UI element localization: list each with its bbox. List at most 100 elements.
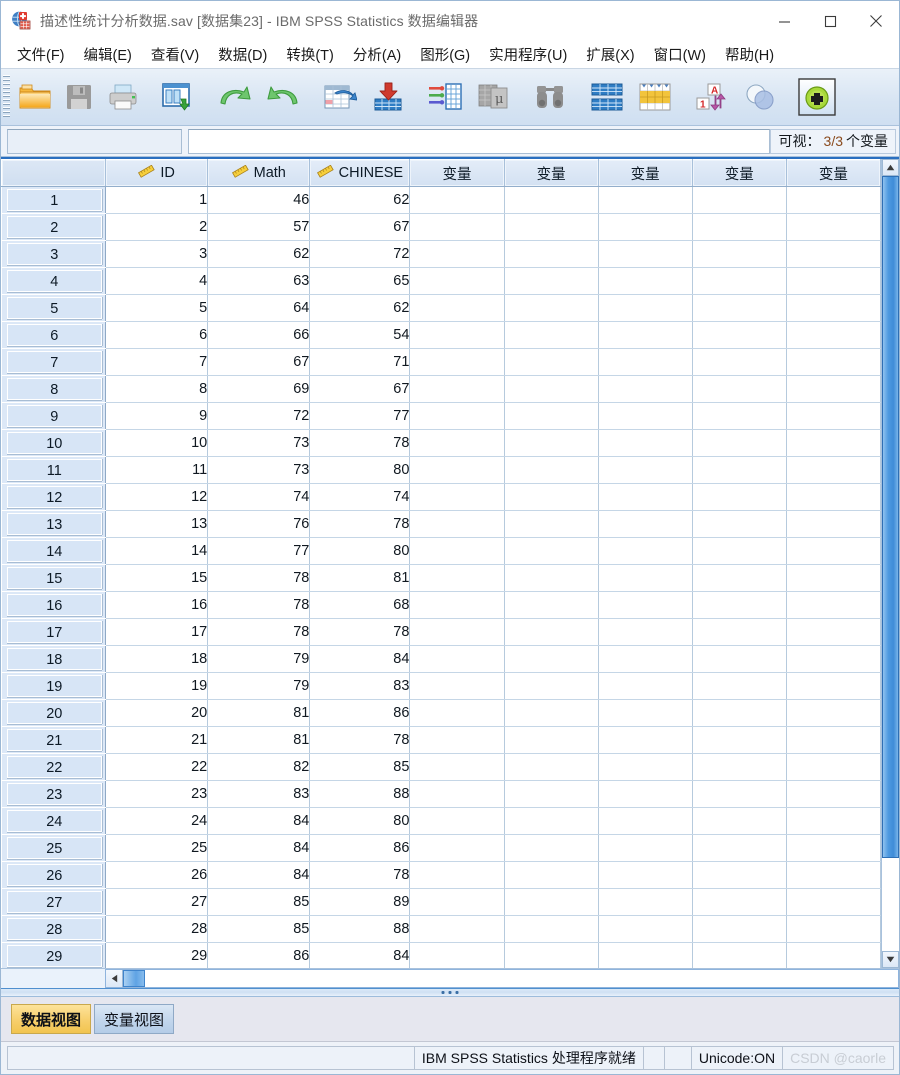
- menu-window[interactable]: 窗口(W): [645, 42, 716, 67]
- table-row[interactable]: 9 9 72 77: [1, 402, 881, 430]
- cell-id[interactable]: 19: [105, 672, 209, 700]
- table-row[interactable]: 12 12 74 74: [1, 483, 881, 511]
- cell-empty[interactable]: [692, 294, 787, 322]
- row-header[interactable]: 5: [1, 294, 107, 322]
- cell-math[interactable]: 81: [207, 726, 311, 754]
- horizontal-scroll-thumb[interactable]: [123, 970, 145, 987]
- cell-empty[interactable]: [692, 591, 787, 619]
- cell-empty[interactable]: [786, 321, 881, 349]
- toolbar-grip[interactable]: [3, 75, 10, 119]
- cell-chinese[interactable]: 81: [309, 564, 411, 592]
- cell-math[interactable]: 84: [207, 807, 311, 835]
- cell-empty[interactable]: [692, 915, 787, 943]
- row-header[interactable]: 12: [1, 483, 107, 511]
- cell-id[interactable]: 22: [105, 753, 209, 781]
- row-header[interactable]: 3: [1, 240, 107, 268]
- table-row[interactable]: 24 24 84 80: [1, 807, 881, 835]
- menu-transform[interactable]: 转换(T): [277, 42, 344, 67]
- cell-empty[interactable]: [409, 618, 505, 646]
- cell-empty[interactable]: [409, 834, 505, 862]
- cell-empty[interactable]: [504, 591, 599, 619]
- cell-empty[interactable]: [786, 942, 881, 968]
- cell-empty[interactable]: [409, 537, 505, 565]
- cell-empty[interactable]: [504, 645, 599, 673]
- undo-button[interactable]: [211, 73, 259, 121]
- cell-chinese[interactable]: 78: [309, 618, 411, 646]
- cell-empty[interactable]: [598, 618, 693, 646]
- cell-empty[interactable]: [692, 942, 787, 968]
- cell-empty[interactable]: [504, 429, 599, 457]
- row-header[interactable]: 10: [1, 429, 107, 457]
- cell-empty[interactable]: [409, 267, 505, 295]
- cell-chinese[interactable]: 78: [309, 861, 411, 889]
- cell-empty[interactable]: [786, 861, 881, 889]
- cell-empty[interactable]: [409, 294, 505, 322]
- cell-id[interactable]: 7: [105, 348, 209, 376]
- cell-id[interactable]: 23: [105, 780, 209, 808]
- cell-empty[interactable]: [692, 780, 787, 808]
- pane-splitter[interactable]: [1, 988, 899, 997]
- cell-empty[interactable]: [786, 294, 881, 322]
- cell-math[interactable]: 57: [207, 213, 311, 241]
- row-header[interactable]: 20: [1, 699, 107, 727]
- cell-id[interactable]: 8: [105, 375, 209, 403]
- cell-id[interactable]: 6: [105, 321, 209, 349]
- cell-empty[interactable]: [598, 888, 693, 916]
- column-header-empty-3[interactable]: 变量: [597, 159, 693, 187]
- cell-chinese[interactable]: 62: [309, 186, 411, 214]
- cell-empty[interactable]: [786, 753, 881, 781]
- cell-empty[interactable]: [692, 861, 787, 889]
- cell-id[interactable]: 4: [105, 267, 209, 295]
- cell-empty[interactable]: [692, 375, 787, 403]
- cell-empty[interactable]: [409, 807, 505, 835]
- cell-empty[interactable]: [598, 861, 693, 889]
- cell-empty[interactable]: [598, 186, 693, 214]
- recall-dialogs-button[interactable]: [154, 73, 202, 121]
- cell-id[interactable]: 28: [105, 915, 209, 943]
- table-row[interactable]: 13 13 76 78: [1, 510, 881, 538]
- cell-empty[interactable]: [598, 645, 693, 673]
- cell-empty[interactable]: [409, 699, 505, 727]
- cell-chinese[interactable]: 71: [309, 348, 411, 376]
- cell-math[interactable]: 63: [207, 267, 311, 295]
- cell-math[interactable]: 84: [207, 834, 311, 862]
- cell-empty[interactable]: [598, 483, 693, 511]
- cell-empty[interactable]: [409, 780, 505, 808]
- cell-math[interactable]: 69: [207, 375, 311, 403]
- row-header[interactable]: 11: [1, 456, 107, 484]
- column-header-empty-2[interactable]: 变量: [503, 159, 599, 187]
- cell-empty[interactable]: [692, 402, 787, 430]
- table-row[interactable]: 27 27 85 89: [1, 888, 881, 916]
- cell-empty[interactable]: [598, 348, 693, 376]
- cell-math[interactable]: 73: [207, 456, 311, 484]
- column-header-id[interactable]: ID: [105, 159, 209, 187]
- cell-empty[interactable]: [409, 510, 505, 538]
- cell-chinese[interactable]: 77: [309, 402, 411, 430]
- cell-chinese[interactable]: 78: [309, 726, 411, 754]
- cell-empty[interactable]: [409, 213, 505, 241]
- row-header[interactable]: 4: [1, 267, 107, 295]
- menu-graphs[interactable]: 图形(G): [411, 42, 480, 67]
- row-header[interactable]: 9: [1, 402, 107, 430]
- cell-math[interactable]: 77: [207, 537, 311, 565]
- cell-empty[interactable]: [786, 240, 881, 268]
- cell-empty[interactable]: [598, 834, 693, 862]
- cell-math[interactable]: 82: [207, 753, 311, 781]
- table-row[interactable]: 25 25 84 86: [1, 834, 881, 862]
- cell-empty[interactable]: [786, 429, 881, 457]
- cell-chinese[interactable]: 86: [309, 699, 411, 727]
- split-file-button[interactable]: [736, 73, 784, 121]
- cell-id[interactable]: 27: [105, 888, 209, 916]
- cell-math[interactable]: 81: [207, 699, 311, 727]
- cell-empty[interactable]: [598, 753, 693, 781]
- table-row[interactable]: 10 10 73 78: [1, 429, 881, 457]
- cell-empty[interactable]: [504, 186, 599, 214]
- cell-empty[interactable]: [786, 402, 881, 430]
- table-row[interactable]: 5 5 64 62: [1, 294, 881, 322]
- cell-math[interactable]: 85: [207, 888, 311, 916]
- cell-empty[interactable]: [409, 564, 505, 592]
- cell-math[interactable]: 86: [207, 942, 311, 968]
- cell-empty[interactable]: [786, 645, 881, 673]
- cell-chinese[interactable]: 86: [309, 834, 411, 862]
- cell-chinese[interactable]: 68: [309, 591, 411, 619]
